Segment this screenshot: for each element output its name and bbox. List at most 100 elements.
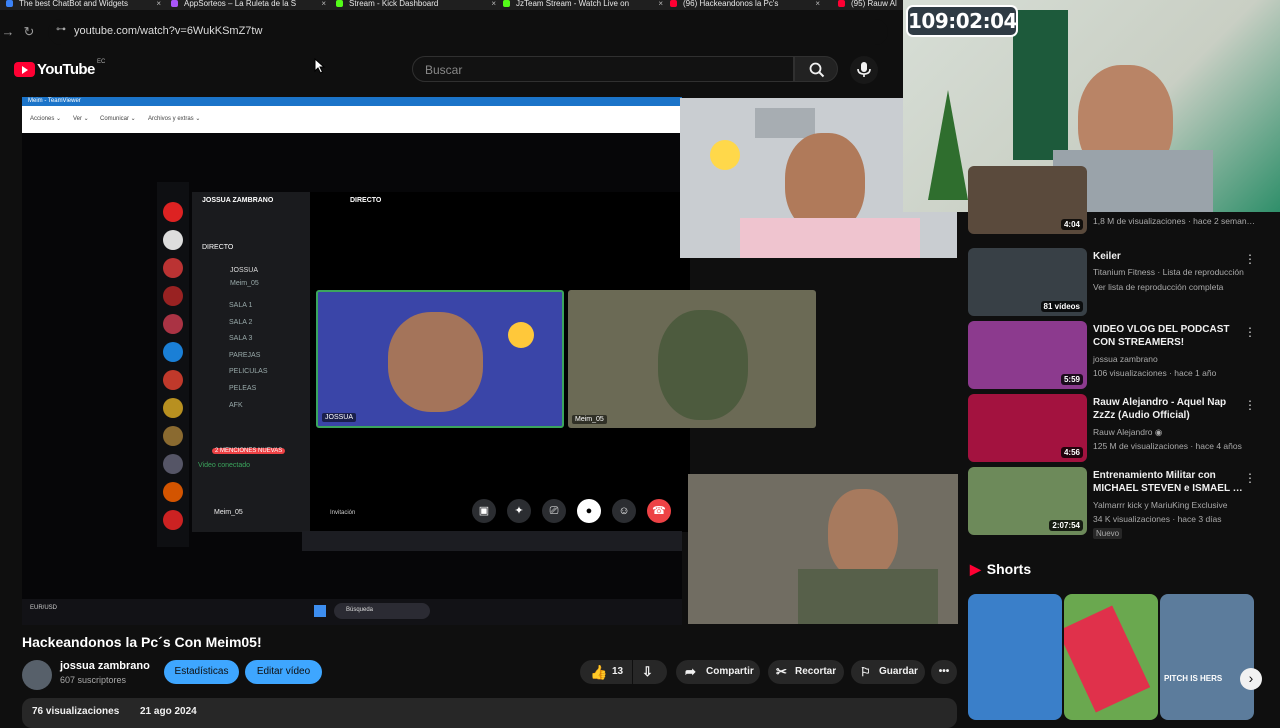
stream-timer-text: 109:02:04 [908,7,1017,35]
recommendation-title[interactable]: VIDEO VLOG DEL PODCAST CON STREAMERS! [1093,323,1248,349]
scissors-icon: ✂ [776,664,787,679]
description-box[interactable]: 76 visualizaciones 21 ago 2024 [22,698,957,728]
server-icon [163,314,183,334]
server-icon [163,510,183,530]
recommendation-meta: Yalmarrr kick y MariuKing Exclusive [1093,500,1228,510]
stream-timer: 109:02:04 [906,5,1018,37]
server-icon [163,398,183,418]
menu-comunicar: Comunicar ⌄ [100,116,136,122]
mouse-cursor-icon [314,58,326,74]
url-field[interactable]: ⊶ youtube.com/watch?v=6WukKSmZ7tw [48,19,888,45]
tab-favicon-icon [6,0,13,7]
channel-afk: AFK [229,402,243,409]
dislike-button[interactable]: ⇩ [633,660,667,684]
address-bar-row: → ↻ ⊶ youtube.com/watch?v=6WukKSmZ7tw [0,12,905,52]
tab-label: JzTeam Stream - Watch Live on [516,0,630,8]
video-player[interactable]: Meim - TeamViewer Acciones ⌄ Ver ⌄ Comun… [22,97,816,625]
short-caption: PITCH IS HERS [1164,674,1223,683]
clip-button[interactable]: ✂ Recortar [768,660,844,684]
recommendation-meta: 1,8 M de visualizaciones · hace 2 seman… [1093,216,1256,226]
forward-icon[interactable]: → [0,24,16,40]
channel-peleas: PELEAS [229,385,257,392]
more-vert-icon[interactable]: ⋮ [1244,471,1256,485]
voice-search-button[interactable] [850,56,878,84]
recommendation-item[interactable]: 81 vídeos Keiler Titanium Fitness · List… [968,248,1268,316]
lamp-light [710,140,740,170]
recommendation-meta: 125 M de visualizaciones · hace 4 años [1093,441,1242,451]
local-taskbar: EUR/USD Búsqueda [22,599,682,625]
video-thumbnail[interactable]: 2:07:54 [968,467,1087,535]
url-text: youtube.com/watch?v=6WukKSmZ7tw [74,25,263,37]
recommendation-title[interactable]: Keiler [1093,250,1248,263]
person-figure [828,489,898,579]
save-button[interactable]: ⚐ Guardar [851,660,925,684]
browser-tab[interactable]: (95) Rauw Al [838,0,908,10]
search-button[interactable] [794,56,838,82]
video-thumbnail[interactable]: 4:56 [968,394,1087,462]
site-settings-icon[interactable]: ⊶ [56,24,66,35]
recommendation-item[interactable]: 2:07:54 Entrenamiento Militar con MICHAE… [968,467,1268,539]
camera-name: Meim_05 [572,415,607,424]
save-label: Guardar [879,666,918,677]
channel-name[interactable]: jossua zambrano [60,660,150,672]
camera-icon: ▣ [472,499,496,523]
more-vert-icon[interactable]: ⋮ [1244,398,1256,412]
channel-user-meim: Meim_05 [230,280,259,287]
discord-channel-list: JOSSUA ZAMBRANO DIRECTO JOSSUA Meim_05 S… [192,192,310,532]
search-input[interactable]: Buscar [412,56,794,82]
tab-close-icon[interactable]: × [815,0,820,8]
tab-favicon-icon [336,0,343,7]
shirt [798,569,938,624]
channel-sala-3: SALA 3 [229,335,253,342]
bookmark-icon: ⚐ [860,665,871,679]
shorts-next-button[interactable]: › [1240,668,1262,690]
taskbar-search-label: Búsqueda [346,607,374,613]
tab-close-icon[interactable]: × [658,0,663,8]
channel-avatar[interactable] [22,660,52,690]
video-count-badge: 81 vídeos [1040,301,1083,312]
more-vert-icon[interactable]: ⋮ [1244,252,1256,266]
recommendation-meta: Titanium Fitness · Lista de reproducción [1093,267,1244,277]
browser-tab[interactable]: Stream - Kick Dashboard × [336,0,496,10]
recommendation-item[interactable]: 5:59 VIDEO VLOG DEL PODCAST CON STREAMER… [968,321,1268,389]
server-icon [163,482,183,502]
recommendation-title[interactable]: Rauw Alejandro - Aquel Nap ZzZz (Audio O… [1093,396,1248,422]
edit-video-button[interactable]: Editar vídeo [245,660,322,684]
like-button[interactable]: 👍 13 [580,660,632,684]
short-thumbnail[interactable] [968,594,1062,720]
tab-close-icon[interactable]: × [321,0,326,8]
share-label: Compartir [706,666,754,677]
discord-username: Meim_05 [214,509,243,516]
stats-button[interactable]: Estadísticas [164,660,239,684]
recommendation-item[interactable]: 4:56 Rauw Alejandro - Aquel Nap ZzZz (Au… [968,394,1268,462]
more-vert-icon[interactable]: ⋮ [1244,325,1256,339]
screen-share-icon: ⎚ [542,499,566,523]
shorts-heading: ▶ Shorts [970,561,1031,578]
short-thumbnail[interactable]: PITCH IS HERS [1160,594,1254,720]
video-thumbnail[interactable]: 4:04 [968,166,1087,234]
video-thumbnail[interactable]: 5:59 [968,321,1087,389]
browser-tab[interactable]: (96) Hackeandonos la Pc's × [670,0,820,10]
recommendation-title[interactable]: Entrenamiento Militar con MICHAEL STEVEN… [1093,469,1248,495]
tab-close-icon[interactable]: × [491,0,496,8]
mentions-badge: 2 MENCIONES NUEVAS [212,448,286,454]
browser-tab[interactable]: The best ChatBot and Widgets × [6,0,161,10]
camera-tile-meim: Meim_05 [568,290,816,428]
browser-tab[interactable]: AppSorteos – La Ruleta de la S × [171,0,326,10]
tab-label: Stream - Kick Dashboard [349,0,439,8]
share-button[interactable]: ➦ Compartir [676,660,760,684]
more-actions-button[interactable]: ••• [931,660,957,684]
server-icon [163,258,183,278]
server-icon [163,454,183,474]
youtube-logo-text: YouTube [37,61,95,78]
short-thumbnail[interactable] [1064,594,1158,720]
chevron-right-icon: › [1248,670,1254,686]
playlist-thumbnail[interactable]: 81 vídeos [968,248,1087,316]
recommendation-item[interactable]: 4:04 1,8 M de visualizaciones · hace 2 s… [968,166,1268,234]
reload-icon[interactable]: ↻ [21,24,37,40]
tab-close-icon[interactable]: × [156,0,161,8]
browser-tab[interactable]: JzTeam Stream - Watch Live on × [503,0,663,10]
more-icon: ••• [938,666,950,677]
server-icon [163,370,183,390]
air-conditioner [755,108,815,138]
